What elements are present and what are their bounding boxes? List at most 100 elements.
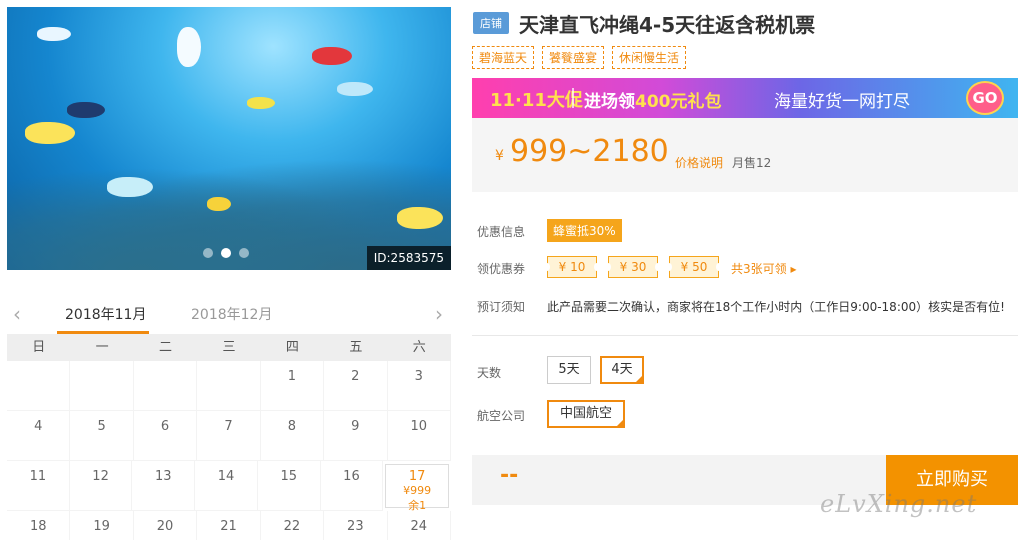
calendar-day-number: 3 <box>414 369 423 384</box>
banner-offer: 进场领400元礼包 <box>584 87 722 112</box>
calendar-day-number: 5 <box>97 419 106 434</box>
calendar-day-number: 10 <box>410 419 428 434</box>
calendar-day[interactable]: 19 <box>70 511 134 540</box>
weekday-label: 三 <box>222 340 236 355</box>
site-watermark: eLvXing.net <box>820 490 978 518</box>
calendar-day-number: 17 <box>408 469 426 484</box>
banner-divider <box>572 88 574 108</box>
calendar-day[interactable]: 4 <box>7 411 71 461</box>
calendar-day[interactable]: 18 <box>7 511 71 540</box>
calendar-day-number: 1 <box>287 369 297 384</box>
calendar-day-selected[interactable]: 17 ¥999 余1 <box>385 464 450 512</box>
calendar-day[interactable]: 8 <box>260 411 325 461</box>
option-4-days[interactable]: 4天 <box>600 356 644 384</box>
banner-logo: 11·11大促 <box>490 90 583 111</box>
fish-image <box>397 207 443 229</box>
section-divider <box>472 335 1018 336</box>
monthly-sales: 月售12 <box>732 156 772 170</box>
price-explain-link[interactable]: 价格说明 <box>675 154 723 171</box>
promo-banner[interactable]: 11·11大促 进场领400元礼包 海量好货一网打尽 GO <box>472 78 1018 118</box>
total-price: -- <box>500 463 519 488</box>
calendar-day-number: 6 <box>160 419 170 434</box>
product-tags: 碧海蓝天 饕餮盛宴 休闲慢生活 <box>472 46 687 69</box>
banner-go-button[interactable]: GO <box>966 81 1004 115</box>
calendar-day[interactable]: 2 <box>324 361 388 411</box>
fish-image <box>37 27 71 41</box>
calendar-day[interactable]: 16 <box>320 461 384 511</box>
calendar-day-number: 15 <box>280 469 297 484</box>
option-airline-china[interactable]: 中国航空 <box>547 400 625 428</box>
days-label: 天数 <box>477 366 502 380</box>
calendar-week-row: 1 2 3 <box>7 361 451 411</box>
calendar-day-number: 16 <box>343 469 360 484</box>
calendar-day[interactable]: 21 <box>197 511 261 540</box>
coupon-more-link[interactable]: 共3张可领 ▸ <box>731 260 796 277</box>
chevron-left-icon[interactable]: ‹ <box>13 302 21 326</box>
chevron-right-icon[interactable]: › <box>435 302 443 326</box>
weekday-label: 四 <box>285 340 299 355</box>
product-title: 天津直飞冲绳4-5天往返含税机票 <box>519 13 816 37</box>
coupon-30[interactable]: ¥ 30 <box>605 256 661 278</box>
calendar-day[interactable]: 9 <box>324 411 388 461</box>
coupon-10[interactable]: ¥ 10 <box>544 256 600 278</box>
calendar-day[interactable]: 6 <box>133 411 198 461</box>
notice-label: 预订须知 <box>477 300 526 314</box>
calendar-weekday-header: 日 一 二 三 四 五 六 <box>7 334 451 361</box>
calendar-day-number: 13 <box>155 469 172 484</box>
price-range: 999~2180 <box>510 134 669 169</box>
calendar-day[interactable]: 3 <box>387 361 451 411</box>
product-image-gallery[interactable]: ID:2583575 <box>7 7 451 270</box>
calendar-month-nav: ‹ 2018年11月 2018年12月 › <box>7 296 451 334</box>
calendar-day[interactable]: 11 <box>7 461 70 511</box>
calendar-day-empty <box>70 361 134 411</box>
product-tag: 饕餮盛宴 <box>542 46 605 69</box>
calendar-day-price: ¥999 <box>403 484 432 497</box>
option-5-days[interactable]: 5天 <box>547 356 591 384</box>
calendar-day[interactable]: 14 <box>195 461 258 511</box>
calendar-day[interactable]: 15 <box>257 461 321 511</box>
calendar-day[interactable]: 1 <box>260 361 325 411</box>
weekday-label: 六 <box>412 340 426 355</box>
shop-badge[interactable]: 店铺 <box>473 12 509 34</box>
banner-slogan: 海量好货一网打尽 <box>774 92 910 112</box>
price-panel: ¥ 999~2180 价格说明 月售12 <box>472 118 1018 192</box>
promo-label: 优惠信息 <box>477 225 526 239</box>
weekday-label: 日 <box>32 340 46 355</box>
calendar-week-row: 18 19 20 21 22 23 24 <box>7 511 451 540</box>
calendar-day[interactable]: 10 <box>387 411 451 461</box>
calendar-day[interactable]: 12 <box>69 461 133 511</box>
calendar-day[interactable]: 20 <box>134 511 198 540</box>
tab-month-dec[interactable]: 2018年12月 <box>191 304 272 324</box>
coupon-50[interactable]: ¥ 50 <box>666 256 722 278</box>
banner-offer-prefix: 进场领 <box>584 92 635 112</box>
calendar-day-number: 14 <box>217 469 235 484</box>
image-id-badge: ID:2583575 <box>366 246 451 270</box>
calendar-day[interactable]: 5 <box>70 411 134 461</box>
calendar-day[interactable]: 24 <box>388 511 451 540</box>
weekday-label: 五 <box>349 340 363 355</box>
calendar-day-number: 2 <box>351 369 360 384</box>
calendar-day-number: 21 <box>220 519 237 534</box>
product-page: ID:2583575 ‹ 2018年11月 2018年12月 › 日 一 二 三… <box>0 0 1023 540</box>
product-tag: 碧海蓝天 <box>472 46 535 69</box>
fish-image <box>25 122 75 144</box>
slide-dot[interactable] <box>239 248 249 258</box>
slide-indicator <box>203 248 249 258</box>
calendar-day-number: 12 <box>92 469 109 484</box>
weekday-label: 一 <box>95 340 109 355</box>
calendar-day-empty <box>197 361 261 411</box>
price-currency: ¥ <box>495 148 504 164</box>
calendar-day[interactable]: 22 <box>261 511 325 540</box>
calendar-day[interactable]: 13 <box>132 461 196 511</box>
slide-dot[interactable] <box>203 248 213 258</box>
calendar-week-row: 4 5 6 7 8 9 10 <box>7 411 451 461</box>
calendar-day[interactable]: 23 <box>324 511 388 540</box>
calendar-day[interactable]: 7 <box>197 411 261 461</box>
slide-dot-active[interactable] <box>221 248 231 258</box>
tab-month-nov[interactable]: 2018年11月 <box>65 304 146 324</box>
banner-offer-highlight: 400元礼包 <box>635 92 722 112</box>
fish-image <box>207 197 231 211</box>
fish-image <box>337 82 373 96</box>
calendar-day-number: 8 <box>287 419 297 434</box>
calendar-day-number: 19 <box>93 519 110 534</box>
